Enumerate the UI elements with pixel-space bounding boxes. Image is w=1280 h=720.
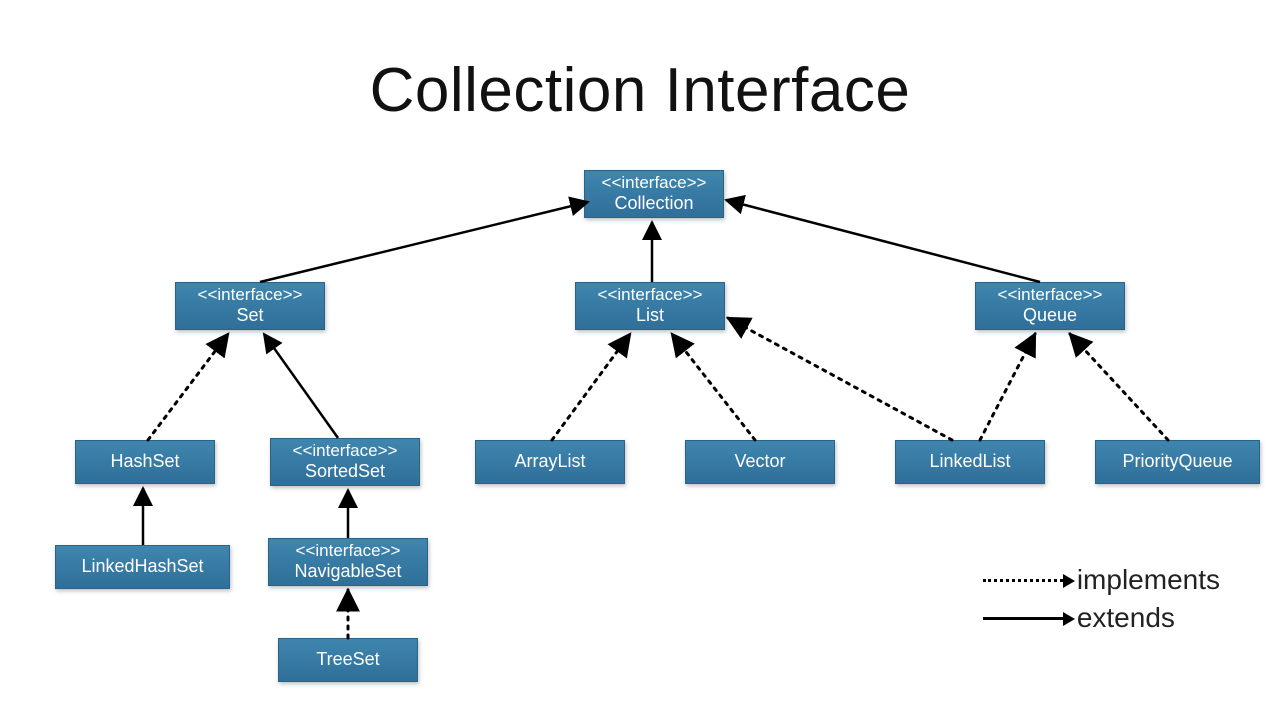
node-vector: Vector — [685, 440, 835, 484]
legend-line-solid-icon — [983, 617, 1063, 620]
node-navigableset: <<interface>> NavigableSet — [268, 538, 428, 586]
stereotype-label: <<interface>> — [582, 285, 718, 305]
legend-row-implements: implements — [983, 564, 1220, 596]
stereotype-label: <<interface>> — [275, 541, 421, 561]
node-set: <<interface>> Set — [175, 282, 325, 330]
diagram-stage: Collection Interface <<interface>> Colle… — [0, 0, 1280, 720]
edge-linkedlist-list — [728, 318, 952, 440]
node-priorityqueue: PriorityQueue — [1095, 440, 1260, 484]
node-queue: <<interface>> Queue — [975, 282, 1125, 330]
node-label: NavigableSet — [275, 561, 421, 583]
node-arraylist: ArrayList — [475, 440, 625, 484]
edge-hashset-set — [148, 334, 228, 440]
page-title: Collection Interface — [0, 55, 1280, 126]
node-label: Set — [182, 305, 318, 327]
node-hashset: HashSet — [75, 440, 215, 484]
node-label: List — [582, 305, 718, 327]
node-label: LinkedList — [902, 451, 1038, 473]
node-linkedlist: LinkedList — [895, 440, 1045, 484]
edge-sortedset-set — [264, 334, 338, 438]
edge-priorityqueue-queue — [1070, 334, 1168, 440]
node-collection: <<interface>> Collection — [584, 170, 724, 218]
legend-label: extends — [1077, 602, 1175, 634]
edge-set-collection — [260, 202, 588, 282]
stereotype-label: <<interface>> — [591, 173, 717, 193]
node-label: PriorityQueue — [1102, 451, 1253, 473]
node-list: <<interface>> List — [575, 282, 725, 330]
node-linkedhashset: LinkedHashSet — [55, 545, 230, 589]
legend: implements extends — [983, 558, 1220, 640]
edge-vector-list — [672, 334, 755, 440]
node-label: LinkedHashSet — [62, 556, 223, 578]
node-label: ArrayList — [482, 451, 618, 473]
edge-linkedlist-queue — [980, 334, 1035, 440]
legend-line-dashed-icon — [983, 579, 1063, 582]
node-label: Collection — [591, 193, 717, 215]
node-label: Queue — [982, 305, 1118, 327]
legend-label: implements — [1077, 564, 1220, 596]
node-label: SortedSet — [277, 461, 413, 483]
legend-row-extends: extends — [983, 602, 1220, 634]
stereotype-label: <<interface>> — [277, 441, 413, 461]
node-label: TreeSet — [285, 649, 411, 671]
edge-queue-collection — [726, 200, 1040, 282]
node-label: Vector — [692, 451, 828, 473]
node-label: HashSet — [82, 451, 208, 473]
edge-arraylist-list — [552, 334, 630, 440]
stereotype-label: <<interface>> — [982, 285, 1118, 305]
node-treeset: TreeSet — [278, 638, 418, 682]
stereotype-label: <<interface>> — [182, 285, 318, 305]
node-sortedset: <<interface>> SortedSet — [270, 438, 420, 486]
